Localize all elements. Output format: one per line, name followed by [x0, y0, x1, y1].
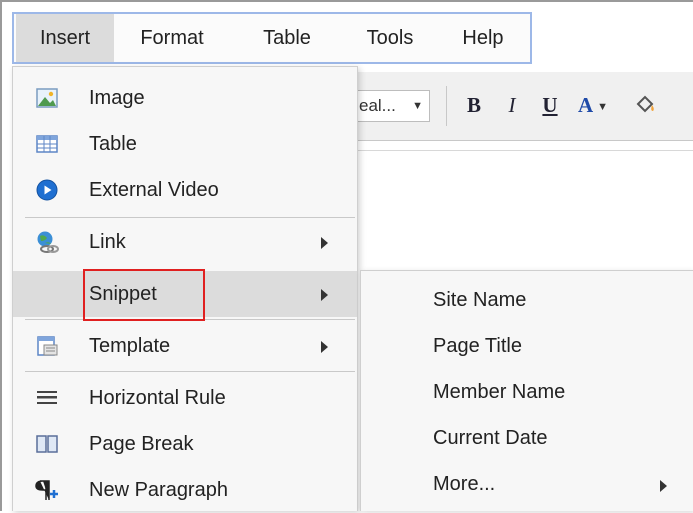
- menu-item-external-video[interactable]: External Video: [13, 167, 357, 213]
- underline-button[interactable]: U: [536, 88, 564, 122]
- menu-format[interactable]: Format: [122, 14, 222, 62]
- menu-table[interactable]: Table: [242, 14, 332, 62]
- menu-item-label: More...: [433, 473, 496, 495]
- template-icon: [37, 336, 58, 356]
- menu-item-label: Table: [89, 133, 137, 155]
- editor-area-divider: [340, 150, 693, 151]
- snippet-submenu: Site Name Page Title Member Name Current…: [360, 270, 693, 511]
- insert-menu-dropdown: Image Table External Video Link Snippet …: [12, 66, 358, 511]
- menu-item-horizontal-rule[interactable]: Horizontal Rule: [13, 375, 357, 421]
- chevron-right-icon: [321, 289, 328, 301]
- menu-item-table[interactable]: Table: [13, 121, 357, 167]
- menu-item-template[interactable]: Template: [13, 323, 357, 369]
- bold-button[interactable]: B: [460, 88, 488, 122]
- menu-item-label: External Video: [89, 179, 219, 201]
- toolbar-divider: [446, 86, 447, 126]
- chevron-right-icon: [660, 480, 667, 492]
- submenu-item-current-date[interactable]: Current Date: [361, 415, 693, 461]
- menubar: Insert Format Table Tools Help: [12, 12, 532, 64]
- menu-separator: [25, 217, 355, 218]
- submenu-item-member-name[interactable]: Member Name: [361, 369, 693, 415]
- menu-help[interactable]: Help: [448, 14, 518, 62]
- background-color-button[interactable]: [630, 88, 660, 122]
- submenu-item-more[interactable]: More...: [361, 461, 693, 507]
- menu-item-label: Page Title: [433, 335, 522, 357]
- text-color-label: A: [577, 93, 594, 117]
- menu-item-label: New Paragraph: [89, 479, 228, 501]
- menu-item-page-break[interactable]: Page Break: [13, 421, 357, 467]
- chevron-right-icon: [321, 341, 328, 353]
- text-color-button[interactable]: A ▼: [576, 88, 610, 122]
- menu-item-label: Link: [89, 231, 126, 253]
- submenu-item-page-title[interactable]: Page Title: [361, 323, 693, 369]
- table-icon: [36, 135, 58, 153]
- menu-item-label: Site Name: [433, 289, 527, 311]
- italic-button[interactable]: I: [500, 88, 524, 122]
- menu-item-label: Member Name: [433, 381, 566, 403]
- chevron-down-icon: ▼: [597, 101, 609, 114]
- chevron-down-icon: ▼: [412, 100, 423, 112]
- image-icon: [36, 88, 58, 108]
- paint-bucket-icon: [636, 95, 654, 113]
- video-play-icon: [36, 179, 58, 201]
- menu-item-label: Image: [89, 87, 145, 109]
- link-icon: [37, 231, 59, 253]
- menu-item-link[interactable]: Link: [13, 219, 357, 265]
- font-family-select[interactable]: eal... ▼: [348, 90, 430, 122]
- horizontal-rule-icon: [37, 391, 57, 404]
- menu-separator: [25, 371, 355, 372]
- menu-item-label: Current Date: [433, 427, 548, 449]
- menu-item-label: Horizontal Rule: [89, 387, 226, 409]
- font-family-value: eal...: [359, 96, 396, 115]
- new-paragraph-icon: [35, 480, 58, 500]
- page-break-icon: [36, 435, 58, 453]
- menu-item-label: Page Break: [89, 433, 194, 455]
- menu-item-new-paragraph[interactable]: New Paragraph: [13, 467, 357, 513]
- submenu-item-site-name[interactable]: Site Name: [361, 277, 693, 323]
- menu-insert[interactable]: Insert: [16, 14, 114, 62]
- menu-tools[interactable]: Tools: [350, 14, 430, 62]
- chevron-right-icon: [321, 237, 328, 249]
- annotation-highlight-box: [83, 269, 205, 321]
- menu-item-image[interactable]: Image: [13, 75, 357, 121]
- editor-toolbar: eal... ▼ B I U A ▼: [340, 72, 693, 141]
- menu-item-label: Template: [89, 335, 171, 357]
